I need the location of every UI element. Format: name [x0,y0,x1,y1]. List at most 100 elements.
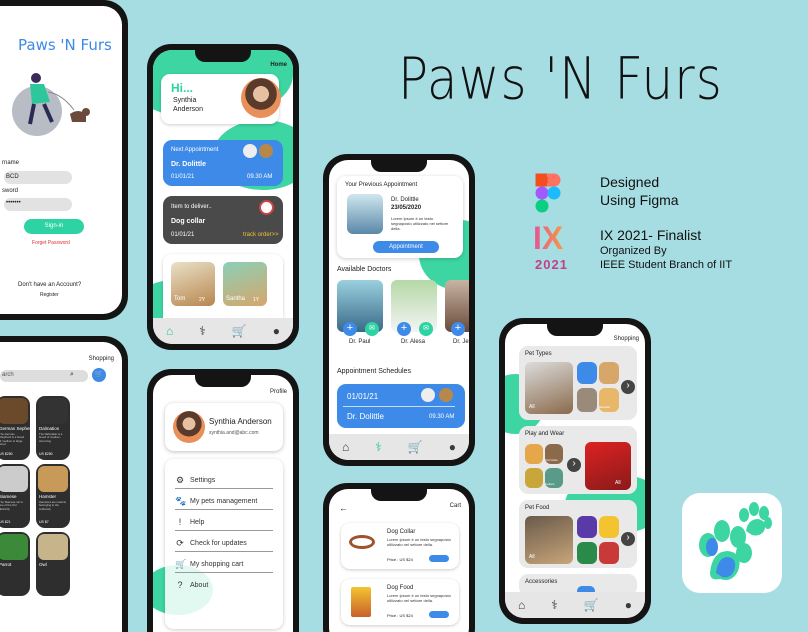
add-doctor-je-icon[interactable]: + [451,322,465,336]
pet-food-all[interactable]: All [525,516,573,564]
profile-avatar [173,411,205,443]
product-card[interactable]: Owl [36,532,70,596]
pet-types-all[interactable]: All [525,362,573,414]
cart-item-collar[interactable]: Dog Collar Lorem Ipsum è un testo segnap… [341,523,459,569]
cart-fab[interactable]: 🛒 [92,368,106,382]
doctor-icon[interactable]: ⚕ [551,598,558,612]
menu-icon: 🐾 [175,496,187,506]
search-icon: ⌕ [70,371,74,378]
login-phone: Paws 'N Furs rname BCD sword ••••••• Sig… [0,0,128,320]
next-arrow-button[interactable]: › [621,380,635,394]
menu-icon: ! [178,517,182,527]
back-icon[interactable]: ← [339,503,348,513]
profile-phone: Profile Synthia Anderson synthia.and@abc… [147,369,299,632]
add-doctor-paul-icon[interactable]: + [343,322,357,336]
shopping-right-phone: Shopping Pet Types All Hamster › Play an… [499,318,651,624]
user-icon[interactable]: ● [273,324,280,338]
cart-phone: ← Cart Dog Collar Lorem Ipsum è un testo… [323,483,475,632]
pet-card-tom[interactable]: Tom 2Y [171,262,215,306]
profile-menu-item[interactable]: 🐾 My pets management [175,496,257,507]
product-card[interactable]: German Sepherd The German Shepherd is a … [0,396,34,460]
product-image [38,466,68,492]
bottom-nav: ⌂ ⚕ 🛒 ● [153,318,293,344]
award-line1: IX 2021- Finalist [600,227,702,243]
next-arrow-button[interactable]: › [567,458,581,472]
password-field[interactable]: ••••••• [4,198,72,211]
doctor-photo [347,194,383,234]
cart-header: Cart [449,503,461,509]
home-greeting: Hi... [171,81,194,95]
dogfood-image [351,587,371,617]
menu-icon: ⟳ [176,538,184,548]
user-icon[interactable]: ● [449,440,456,454]
cart-item-food[interactable]: Dog Food Lorem Ipsum è un testo segnapos… [341,579,459,625]
menu-icon: ? [177,580,183,590]
password-label: sword [2,188,19,194]
collar-icon [259,200,274,215]
ix-logo: IX [533,220,564,256]
shopping-right-header: Shopping [613,336,639,342]
user-icon[interactable]: ● [625,598,632,612]
profile-menu-item[interactable]: ⚙ Settings [175,475,215,486]
design-line2: Using Figma [600,192,679,208]
pet-card-santha[interactable]: Santha 1Y [223,262,267,306]
ix-logo-year: 2021 [535,257,568,272]
quantity-stepper[interactable] [429,611,449,618]
schedule-card[interactable]: 01/01/21 Dr. Dolittle 09.30 AM [337,384,465,428]
product-card[interactable]: Siamese The Siamese cat is one of the fi… [0,464,30,528]
shopping-header: Shopping [88,356,114,362]
track-order-link[interactable]: track order>> [243,232,279,238]
play-wear-all[interactable]: All [585,442,631,490]
signin-button[interactable]: Sign-in [24,219,84,234]
next-arrow-button[interactable]: › [621,532,635,546]
delivery-card[interactable]: Item to deliver.. Dog collar 01/01/21 tr… [163,196,283,244]
username-label: rname [2,160,20,166]
app-icon [682,493,782,593]
cart-icon[interactable]: 🛒 [584,598,599,612]
page-title: Paws 'N Furs [398,45,723,113]
register-link[interactable]: Register [40,292,59,298]
product-card[interactable]: Parrot [0,532,30,596]
profile-menu-item[interactable]: ? About [175,580,208,590]
username-field[interactable]: BCD [4,171,72,184]
home-icon[interactable]: ⌂ [518,598,525,612]
forgot-password-link[interactable]: Forget Password [32,240,70,246]
profile-menu-item[interactable]: 🛒 My shopping cart [175,559,243,570]
doctor-avatar [243,144,257,158]
login-app-name: Paws 'N Furs [18,36,112,54]
chat-doctor-paul-icon[interactable]: ✉ [365,322,379,336]
doctor-icon[interactable]: ⚕ [199,324,206,338]
product-card[interactable]: Hamster Hamsters are rodents belonging t… [36,464,70,528]
cart-icon[interactable]: 🛒 [232,324,247,338]
collar-image [349,535,375,549]
home-name-line2: Anderson [173,106,203,113]
chat-doctor-alesa-icon[interactable]: ✉ [419,322,433,336]
home-phone: Home Hi... Synthia Anderson Next Appoint… [147,44,299,350]
pet-avatar [259,144,273,158]
product-image [0,534,28,560]
product-image [38,398,68,424]
doctor-icon[interactable]: ⚕ [375,440,382,454]
user-avatar [241,78,281,118]
home-icon[interactable]: ⌂ [342,440,349,454]
no-account-text: Don't have an Account? [18,282,82,288]
award-line2: Organized By [600,245,667,257]
home-name-line1: Synthia [173,97,197,104]
home-header: Home [270,62,287,68]
product-card[interactable]: Dalmation The Dalmatian is a breed of me… [36,396,70,460]
design-line1: Designed [600,174,660,190]
search-input[interactable]: arch ⌕ [0,370,88,382]
appointments-phone: Your Previous Appointment Dr. Dolittle 2… [323,154,475,466]
profile-menu-item[interactable]: ! Help [175,517,205,527]
home-icon[interactable]: ⌂ [166,324,173,338]
profile-menu-item[interactable]: ⟳ Check for updates [175,538,247,549]
paw-icon [699,502,772,580]
appointment-button[interactable]: Appointment [373,241,439,253]
cart-icon[interactable]: 🛒 [408,440,423,454]
product-image [38,534,68,560]
add-doctor-alesa-icon[interactable]: + [397,322,411,336]
quantity-stepper[interactable] [429,555,449,562]
menu-icon: ⚙ [175,475,185,485]
next-appointment-card[interactable]: Next Appointment Dr. Dolittle 01/01/21 0… [163,140,283,186]
award-line3: IEEE Student Branch of IIT [600,259,733,271]
